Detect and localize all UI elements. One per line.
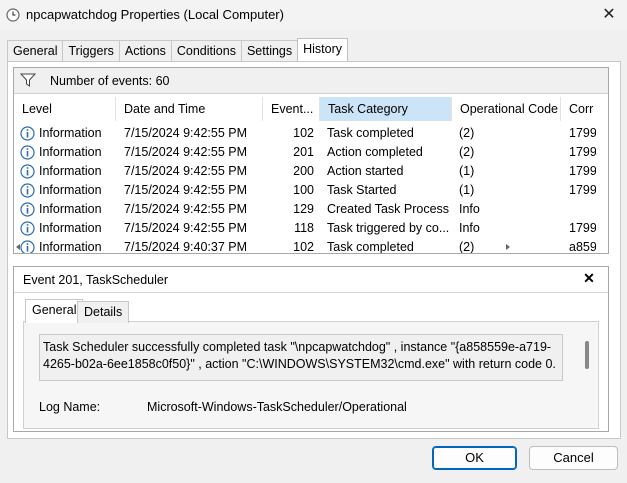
tab-actions[interactable]: Actions: [118, 40, 172, 62]
cell-task-category: Task triggered by co...: [327, 221, 450, 235]
event-detail-panel: Event 201, TaskScheduler ✕ General Detai…: [13, 266, 609, 432]
information-icon: [20, 145, 35, 160]
cell-level: Information: [39, 183, 102, 197]
clock-icon: [6, 8, 20, 22]
event-detail-title: Event 201, TaskScheduler: [23, 273, 169, 287]
tab-settings[interactable]: Settings: [240, 40, 299, 62]
event-count-label: Number of events: 60: [50, 74, 170, 88]
tab-general[interactable]: General: [7, 40, 64, 62]
column-header-event[interactable]: Event...: [263, 97, 320, 121]
events-vertical-scrollbar[interactable]: [608, 98, 609, 251]
information-icon: [20, 126, 35, 141]
events-horizontal-scrollbar[interactable]: [14, 241, 594, 253]
cell-event-id: 118: [294, 221, 314, 235]
message-scrollbar[interactable]: [585, 341, 589, 369]
cell-level: Information: [39, 145, 102, 159]
cell-operational-code: (1): [459, 164, 475, 178]
ok-button[interactable]: OK: [432, 446, 517, 470]
column-header-task-category[interactable]: Task Category: [320, 97, 452, 121]
information-icon: [20, 202, 35, 217]
cell-task-category: Created Task Process: [327, 202, 450, 216]
information-icon: [20, 164, 35, 179]
cell-operational-code: (1): [459, 183, 475, 197]
tab-strip: General Triggers Actions Conditions Sett…: [7, 38, 349, 62]
cell-level: Information: [39, 202, 102, 216]
cell-event-id: 201: [293, 145, 314, 159]
cell-task-category: Task Started: [327, 183, 397, 197]
tab-conditions[interactable]: Conditions: [170, 40, 242, 62]
table-row[interactable]: Information 7/15/2024 9:42:55 PM 201 Action…: [14, 144, 596, 163]
information-icon: [20, 221, 35, 236]
cell-level: Information: [39, 126, 102, 140]
subtab-details[interactable]: Details: [77, 301, 130, 323]
cell-date: 7/15/2024 9:42:55 PM: [124, 202, 248, 216]
table-row[interactable]: Information 7/15/2024 9:42:55 PM 200 Action…: [14, 163, 596, 182]
subtab-general[interactable]: General: [25, 299, 84, 323]
cell-correlation: 1799: [569, 145, 596, 159]
cell-event-id: 129: [293, 202, 314, 216]
cell-task-category: Action completed: [327, 145, 423, 159]
table-row[interactable]: Information 7/15/2024 9:42:55 PM 118 Task t…: [14, 220, 596, 239]
information-icon: [20, 183, 35, 198]
cell-correlation: 1799: [569, 221, 596, 235]
cell-operational-code: Info: [459, 202, 480, 216]
cell-level: Information: [39, 164, 102, 178]
title-bar: npcapwatchdog Properties (Local Computer…: [0, 0, 627, 30]
window-title: npcapwatchdog Properties (Local Computer…: [26, 7, 284, 22]
events-list-panel: Number of events: 60 Level Date and Time…: [13, 67, 609, 254]
cell-date: 7/15/2024 9:42:55 PM: [124, 126, 248, 140]
cell-date: 7/15/2024 9:42:55 PM: [124, 164, 248, 178]
column-header-date[interactable]: Date and Time: [116, 97, 263, 121]
cell-date: 7/15/2024 9:42:55 PM: [124, 221, 248, 235]
cell-task-category: Task completed: [327, 126, 414, 140]
cell-correlation: 1799: [569, 164, 596, 178]
cell-operational-code: (2): [459, 145, 475, 159]
table-row[interactable]: Information 7/15/2024 9:42:55 PM 102 Task c…: [14, 125, 596, 144]
column-header-operational-code[interactable]: Operational Code: [452, 97, 561, 121]
cell-event-id: 100: [293, 183, 314, 197]
cell-operational-code: (2): [459, 126, 475, 140]
cell-event-id: 102: [293, 126, 314, 140]
detail-close-icon[interactable]: ✕: [581, 270, 597, 286]
tab-history[interactable]: History: [297, 38, 349, 62]
cell-correlation: 1799: [569, 126, 596, 140]
events-grid: Level Date and Time Event... Task Catego…: [14, 95, 608, 253]
column-header-level[interactable]: Level: [14, 97, 116, 121]
table-row[interactable]: Information 7/15/2024 9:42:55 PM 100 Task S…: [14, 182, 596, 201]
cell-level: Information: [39, 221, 102, 235]
cell-task-category: Action started: [327, 164, 404, 178]
cell-operational-code: Info: [459, 221, 480, 235]
log-name-value: Microsoft-Windows-TaskScheduler/Operatio…: [147, 400, 407, 414]
cell-event-id: 200: [293, 164, 314, 178]
cell-date: 7/15/2024 9:42:55 PM: [124, 145, 248, 159]
tab-triggers[interactable]: Triggers: [62, 40, 120, 62]
window-close-icon[interactable]: ✕: [596, 4, 622, 26]
cell-correlation: 1799: [569, 183, 596, 197]
cancel-button[interactable]: Cancel: [529, 446, 618, 470]
log-name-label: Log Name:: [39, 400, 101, 414]
cell-date: 7/15/2024 9:42:55 PM: [124, 183, 248, 197]
table-row[interactable]: Information 7/15/2024 9:42:55 PM 129 Create…: [14, 201, 594, 220]
filter-icon[interactable]: [20, 73, 36, 87]
column-header-correlation[interactable]: Corr: [561, 97, 601, 121]
filter-bar: Number of events: 60: [14, 68, 608, 94]
divider: [14, 292, 608, 293]
event-message-text[interactable]: Task Scheduler successfully completed ta…: [39, 334, 563, 381]
